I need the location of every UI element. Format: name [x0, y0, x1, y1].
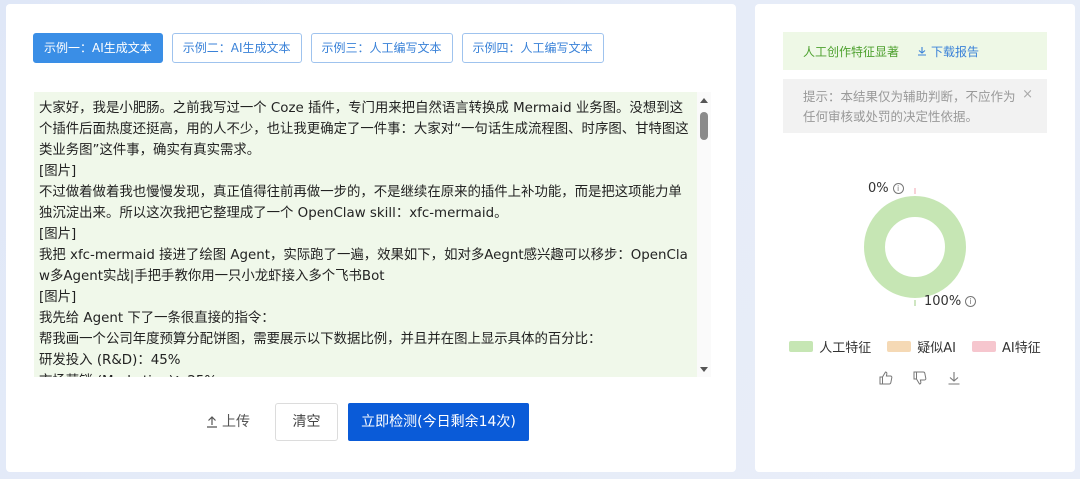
bottom-percent-value: 100%	[924, 294, 962, 309]
input-text[interactable]: 大家好，我是小肥肠。之前我写过一个 Coze 插件，专门用来把自然语言转换成 M…	[39, 98, 689, 377]
donut-chart	[864, 188, 966, 306]
legend-label: AI特征	[1002, 341, 1041, 356]
legend-swatch	[789, 341, 814, 352]
legend-item-human[interactable]: 人工特征	[789, 337, 871, 356]
notice-text: 提示：本结果仅为辅助判断，不应作为任何审核或处罚的决定性依据。	[803, 89, 1016, 124]
action-bar: 上传 清空 立即检测(今日剩余14次)	[6, 403, 736, 441]
upload-button[interactable]: 上传	[206, 403, 250, 441]
download-report-link[interactable]: 下载报告	[917, 43, 979, 60]
tab-example-3[interactable]: 示例三：人工编写文本	[310, 33, 453, 63]
thumbs-down-icon[interactable]	[912, 370, 928, 386]
legend-swatch	[887, 341, 912, 352]
download-label: 下载报告	[931, 44, 980, 59]
input-panel: 示例一：AI生成文本 示例二：AI生成文本 示例三：人工编写文本 示例四：人工编…	[6, 4, 736, 472]
tab-example-4[interactable]: 示例四：人工编写文本	[461, 33, 604, 63]
legend-label: 人工特征	[819, 341, 872, 356]
scroll-down-arrow-icon[interactable]	[700, 367, 708, 372]
download-icon	[918, 47, 927, 56]
chart-legend: 人工特征 疑似AI AI特征	[755, 337, 1075, 356]
top-percent-label: 0% i	[868, 181, 904, 196]
result-summary: 人工创作特征显著 下载报告	[783, 32, 1047, 70]
legend-item-suspected-ai[interactable]: 疑似AI	[887, 337, 956, 356]
upload-icon	[207, 416, 217, 428]
donut-chart-area: 0% i 100% i	[755, 174, 1075, 314]
upload-label: 上传	[222, 414, 250, 430]
info-icon[interactable]: i	[965, 296, 977, 307]
close-icon[interactable]: ×	[1022, 85, 1033, 105]
tab-example-1[interactable]: 示例一：AI生成文本	[33, 33, 163, 63]
result-panel: 人工创作特征显著 下载报告 提示：本结果仅为辅助判断，不应作为任何审核或处罚的决…	[755, 4, 1075, 472]
bottom-percent-label: 100% i	[924, 294, 977, 309]
info-icon[interactable]: i	[892, 183, 904, 194]
thumbs-up-icon[interactable]	[878, 370, 894, 386]
clear-button[interactable]: 清空	[275, 403, 338, 441]
scroll-up-arrow-icon[interactable]	[700, 98, 708, 103]
legend-swatch	[972, 341, 996, 352]
legend-item-ai[interactable]: AI特征	[972, 337, 1041, 356]
top-percent-value: 0%	[868, 181, 889, 196]
feedback-bar	[878, 370, 962, 386]
tab-example-2[interactable]: 示例二：AI生成文本	[171, 33, 302, 63]
donut-slice-0[interactable]	[864, 196, 966, 298]
text-input-area[interactable]: 大家好，我是小肥肠。之前我写过一个 Coze 插件，专门用来把自然语言转换成 M…	[34, 92, 711, 377]
detect-button[interactable]: 立即检测(今日剩余14次)	[348, 403, 529, 441]
text-scrollbar[interactable]	[697, 92, 711, 377]
result-label: 人工创作特征显著	[803, 44, 900, 59]
scroll-thumb[interactable]	[700, 112, 708, 140]
example-tabs: 示例一：AI生成文本 示例二：AI生成文本 示例三：人工编写文本 示例四：人工编…	[33, 33, 604, 63]
legend-label: 疑似AI	[917, 341, 956, 356]
download-icon[interactable]	[946, 370, 962, 386]
disclaimer-notice: 提示：本结果仅为辅助判断，不应作为任何审核或处罚的决定性依据。 ×	[783, 79, 1047, 133]
